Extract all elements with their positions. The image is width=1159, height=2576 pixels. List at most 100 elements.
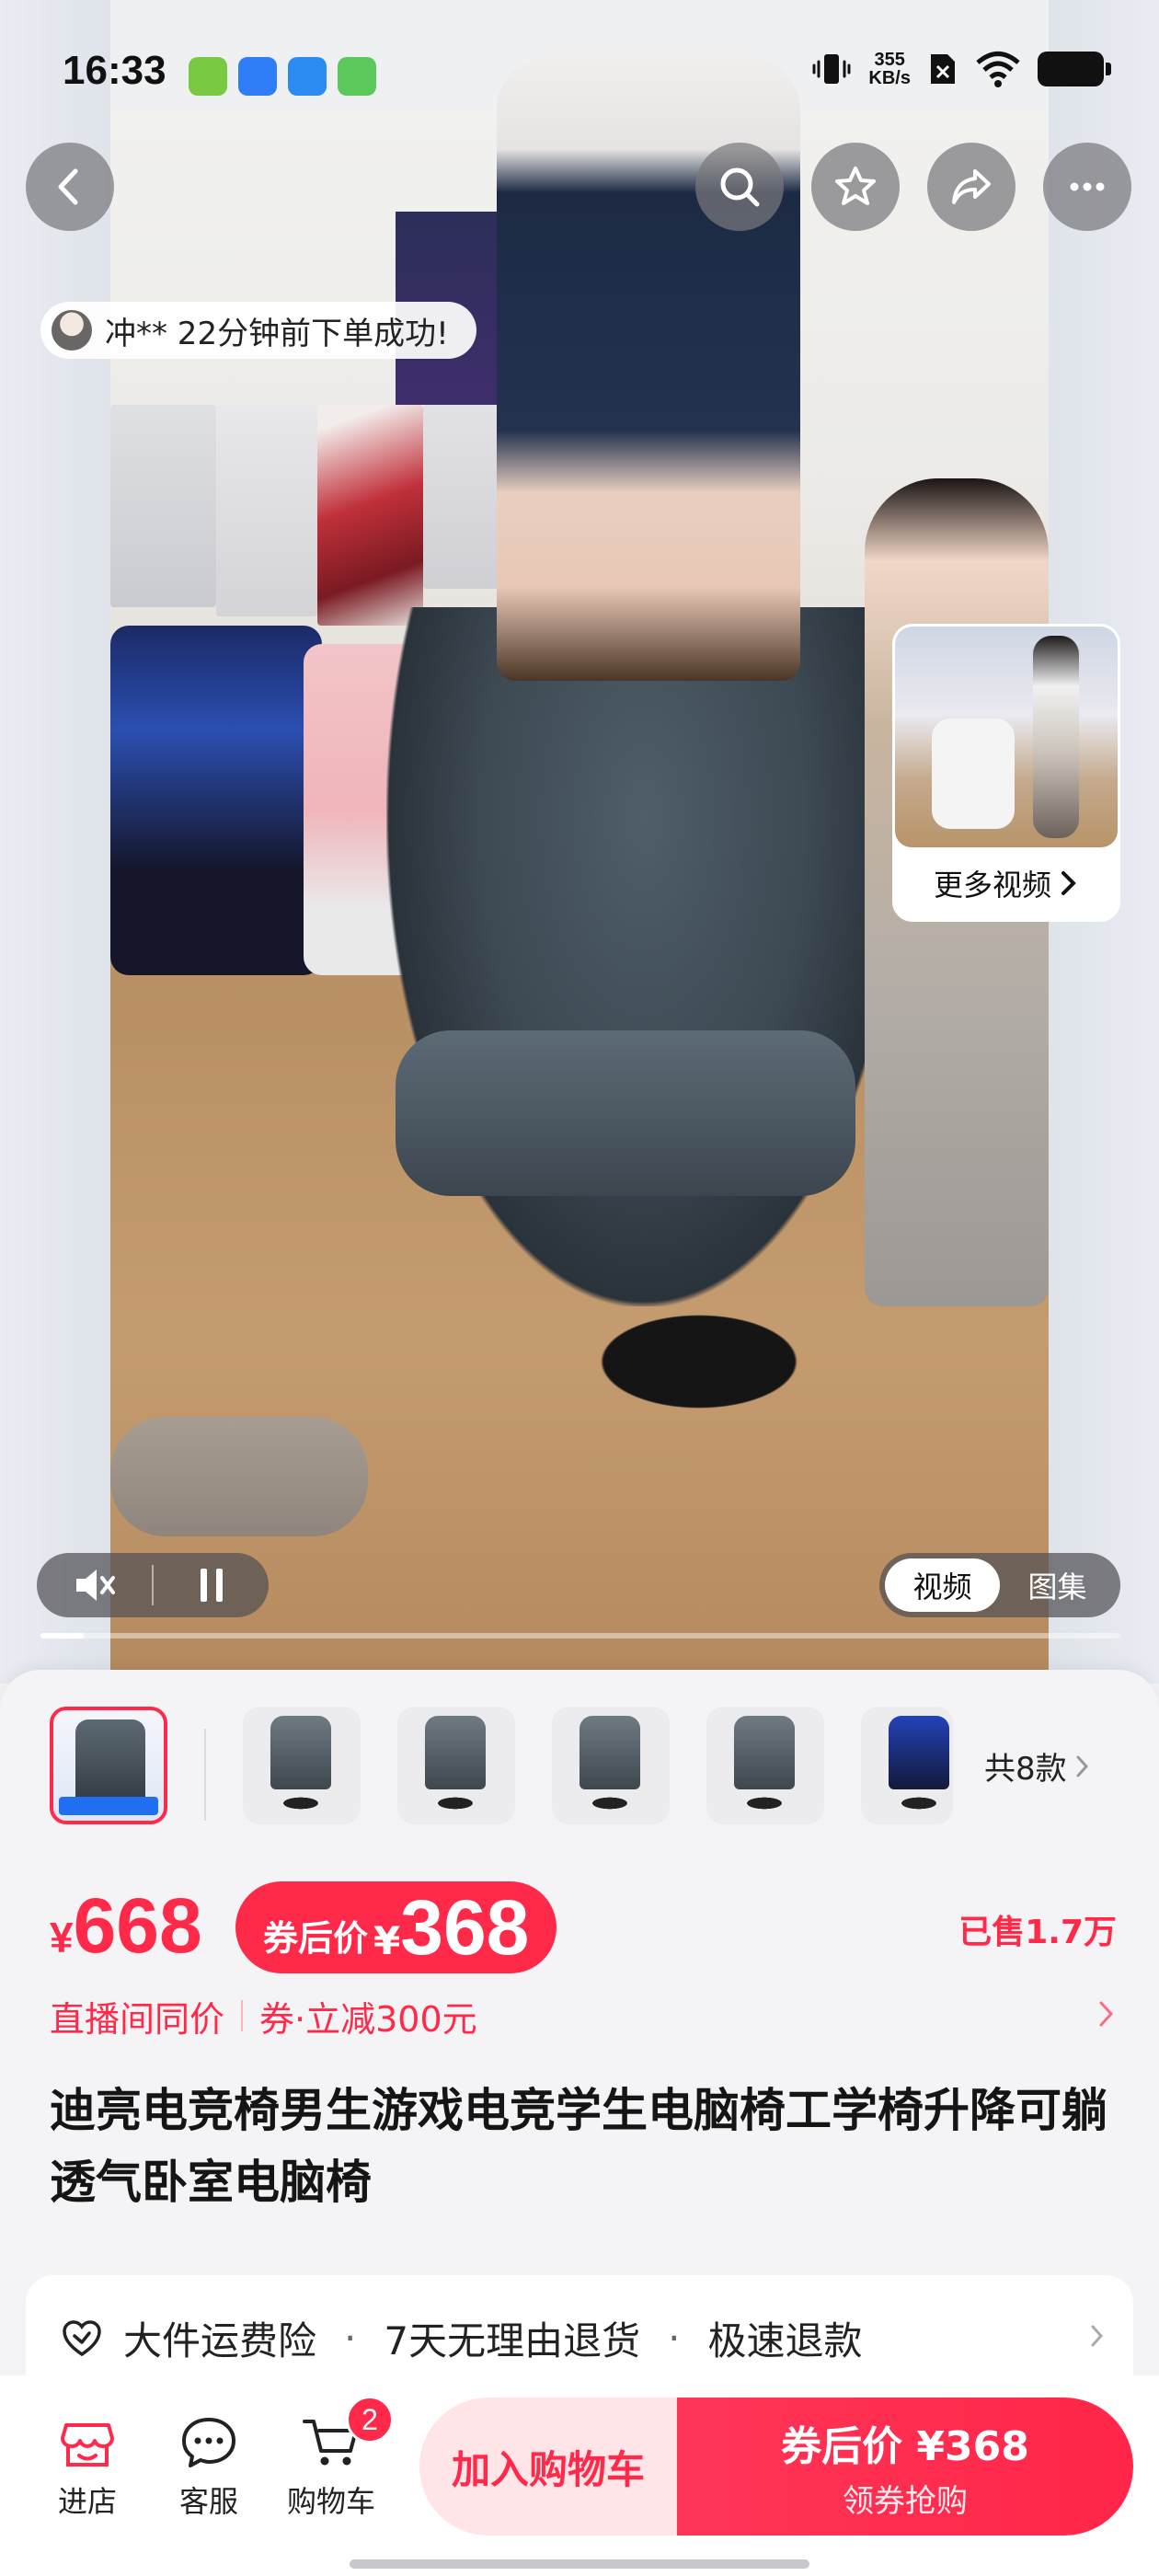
favorite-button[interactable]: [811, 143, 900, 231]
heart-shield-icon: [63, 2319, 101, 2356]
buy-with-coupon-button[interactable]: 券后价 ¥368 领券抢购: [677, 2398, 1133, 2536]
customer-service-label: 客服: [178, 2484, 238, 2519]
search-button[interactable]: [695, 143, 784, 231]
tab-gallery[interactable]: 图集: [1000, 1558, 1115, 1612]
variant-thumb[interactable]: [243, 1707, 361, 1824]
variant-thumb[interactable]: [397, 1707, 515, 1824]
buy-button-price: 券后价 ¥368: [781, 2422, 1029, 2470]
video-scene-blue-chair: [110, 626, 322, 975]
chair-icon: [580, 1716, 640, 1789]
search-icon: [720, 167, 760, 207]
promo-row[interactable]: 直播间同价 券·立减300元: [50, 1990, 1117, 2041]
chair-base-icon: [734, 1793, 795, 1813]
coupon-price-badge: 券后价 ¥ 368: [235, 1881, 557, 1973]
video-scene-chair-seat: [396, 1030, 855, 1196]
pause-button[interactable]: [154, 1553, 269, 1617]
more-button[interactable]: [1043, 143, 1131, 231]
media-type-switch: 视频 图集: [879, 1553, 1120, 1617]
service-item: 极速退款: [707, 2318, 863, 2363]
variant-count-link[interactable]: 共8款: [984, 1743, 1091, 1788]
video-progress-fill: [40, 1633, 84, 1639]
original-price-value: 668: [73, 1882, 202, 1969]
video-scene-poster: [110, 405, 216, 607]
status-indicators: 355 KB/s: [811, 51, 1111, 87]
chat-icon: [182, 2418, 235, 2467]
share-button[interactable]: [927, 143, 1016, 231]
buyer-avatar: [52, 310, 92, 351]
chevron-right-icon: [1099, 2001, 1114, 2027]
chair-icon: [425, 1716, 486, 1789]
cart-count-badge: 2: [346, 2396, 394, 2444]
more-videos-card[interactable]: 更多视频: [892, 624, 1120, 922]
network-speed: 355 KB/s: [868, 51, 911, 87]
coupon-discount-tag: 券·立减300元: [259, 1998, 477, 2040]
variant-thumb[interactable]: [706, 1707, 824, 1824]
status-time: 16:33: [63, 48, 166, 93]
video-scene-poster: [317, 405, 423, 626]
shop-label: 进店: [57, 2484, 117, 2519]
product-title: 迪亮电竞椅男生游戏电竞学生电脑椅工学椅升降可躺透气卧室电脑椅: [50, 2084, 1107, 2209]
share-icon: [952, 169, 991, 204]
variant-tag-strip: [59, 1797, 158, 1815]
original-price: ¥668: [50, 1887, 202, 1964]
add-to-cart-button[interactable]: 加入购物车: [419, 2398, 677, 2536]
no-sim-icon: [931, 54, 955, 84]
service-separator: ·: [344, 2316, 357, 2361]
chevron-right-icon: [1061, 871, 1076, 895]
mute-icon: [75, 1570, 115, 1601]
tab-video[interactable]: 视频: [885, 1558, 1000, 1612]
notification-app-icon: [338, 57, 376, 96]
chair-icon: [75, 1719, 145, 1802]
more-videos-label: 更多视频: [933, 868, 1051, 903]
coupon-price-label: 券后价: [263, 1918, 369, 1959]
chair-base-icon: [425, 1793, 486, 1813]
video-scene-grey-chair: [386, 607, 901, 1306]
notification-app-icon: [189, 57, 227, 96]
variant-thumb[interactable]: [552, 1707, 670, 1824]
video-scene-chair-base: [506, 1270, 892, 1454]
currency-symbol: ¥: [50, 1914, 74, 1961]
vibrate-icon: [812, 54, 851, 84]
chair-icon: [270, 1716, 331, 1789]
cart-button[interactable]: 购物车 2: [280, 2396, 394, 2521]
notification-app-icon: [288, 57, 327, 96]
chair-icon: [734, 1716, 795, 1789]
battery-icon: [1038, 52, 1111, 86]
live-same-price-tag: 直播间同价: [50, 1998, 225, 2040]
mute-button[interactable]: [37, 1553, 152, 1617]
promo-divider: [241, 2000, 244, 2031]
more-dots-icon: [1070, 182, 1105, 191]
shop-button[interactable]: 进店: [37, 2412, 138, 2521]
chevron-left-icon: [58, 168, 78, 205]
more-videos-thumbnail: [895, 627, 1118, 847]
variant-thumb-selected[interactable]: [50, 1707, 167, 1824]
store-icon: [61, 2423, 114, 2467]
back-button[interactable]: [26, 143, 114, 231]
status-app-icons: [189, 57, 376, 96]
video-playback-controls: [37, 1553, 269, 1617]
network-speed-value: 355: [874, 50, 905, 70]
status-bar: 16:33 355 KB/s: [0, 0, 1159, 152]
wifi-icon: [976, 52, 1020, 87]
buy-button-subtitle: 领券抢购: [843, 2482, 968, 2520]
video-progress-bar[interactable]: [40, 1633, 1120, 1639]
variant-thumb[interactable]: [861, 1707, 953, 1824]
sold-count: 已售1.7万: [958, 1914, 1117, 1951]
chair-base-icon: [889, 1793, 949, 1813]
pause-icon: [200, 1569, 223, 1602]
coupon-price-value: 368: [400, 1884, 530, 1971]
service-separator: ·: [668, 2316, 681, 2361]
variant-count-label: 共8款: [984, 1751, 1067, 1788]
service-item: 大件运费险: [123, 2318, 317, 2363]
price-row: ¥668 券后价 ¥ 368 已售1.7万: [50, 1872, 1117, 1973]
star-icon: [835, 167, 876, 205]
more-videos-link: 更多视频: [895, 847, 1118, 919]
home-indicator[interactable]: [350, 2559, 809, 2569]
chevron-right-icon: [1076, 1755, 1088, 1777]
service-list: 大件运费险 · 7天无理由退货 · 极速退款: [61, 2310, 862, 2366]
variant-divider: [204, 1729, 206, 1821]
bottom-action-bar: 进店 客服 购物车 2 加入购物车 券后价 ¥368 领券抢购: [0, 2375, 1159, 2576]
customer-service-button[interactable]: 客服: [158, 2412, 259, 2521]
chevron-right-icon: [1091, 2325, 1104, 2347]
video-scene-slippers: [110, 1417, 368, 1536]
